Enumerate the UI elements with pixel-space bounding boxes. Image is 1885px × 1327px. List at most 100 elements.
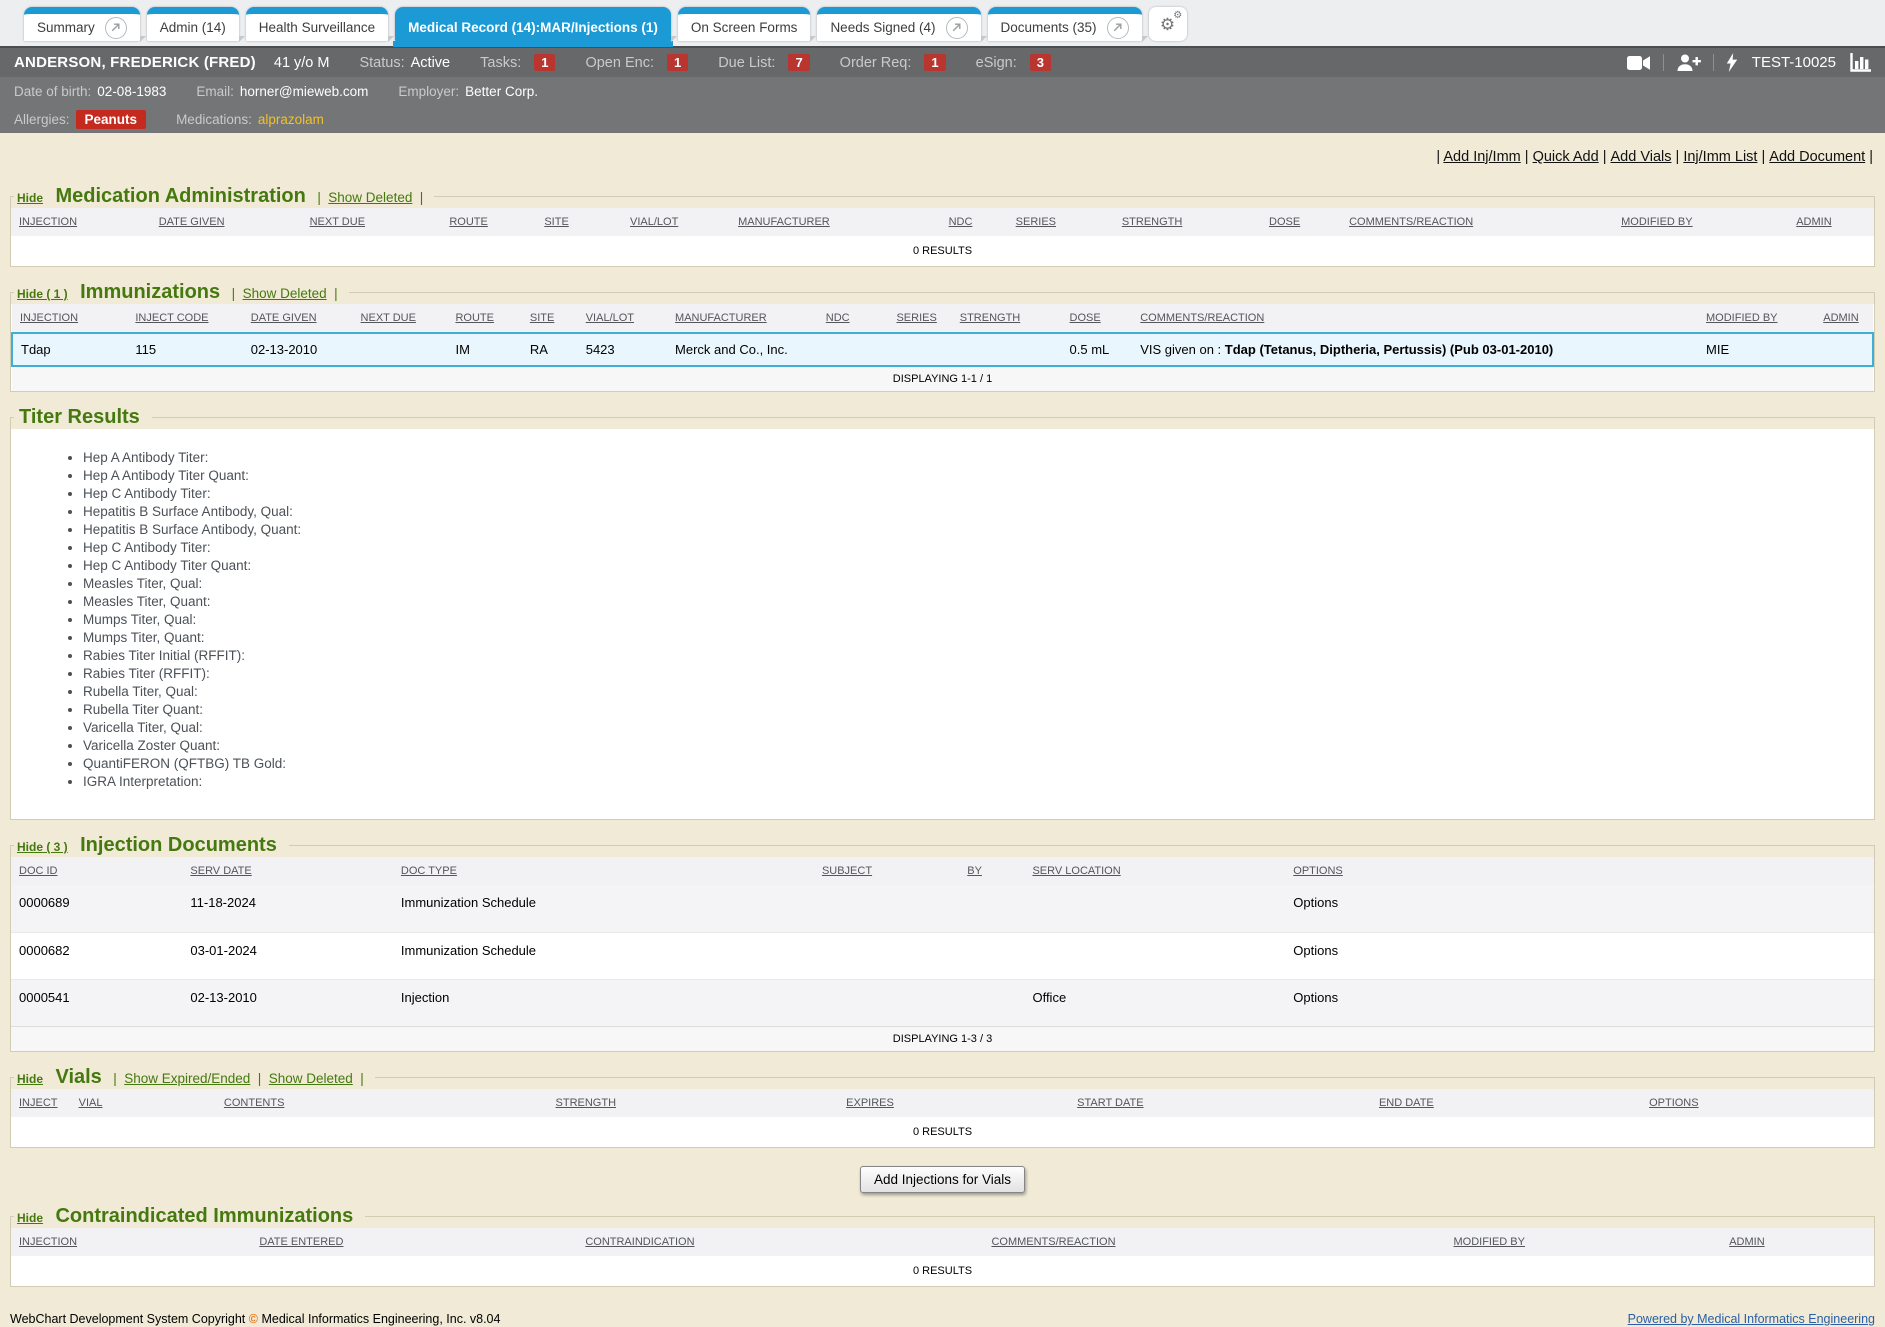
add-injections-for-vials-button[interactable]: Add Injections for Vials xyxy=(860,1166,1025,1193)
column-header[interactable]: INJECTION xyxy=(11,1228,251,1256)
add-document-link[interactable]: Add Document xyxy=(1769,149,1865,165)
add-person-icon[interactable] xyxy=(1676,54,1701,72)
column-header[interactable]: SERIES xyxy=(1008,208,1114,236)
column-header[interactable]: ROUTE xyxy=(447,304,521,333)
column-header[interactable]: ADMIN xyxy=(1721,1228,1874,1256)
column-header[interactable]: ADMIN xyxy=(1788,208,1874,236)
flowsheet-chart-icon[interactable] xyxy=(1850,53,1871,72)
hide-link[interactable]: Hide ( 3 ) xyxy=(17,840,68,854)
hide-link[interactable]: Hide xyxy=(17,1211,43,1225)
document-row[interactable]: 000068203-01-2024Immunization ScheduleOp… xyxy=(11,932,1874,979)
column-header[interactable]: SUBJECT xyxy=(814,857,959,885)
open-new-window-icon[interactable] xyxy=(105,17,127,39)
show-deleted-link[interactable]: Show Deleted xyxy=(328,190,412,205)
email-label: Email: xyxy=(196,84,234,99)
tab-admin[interactable]: Admin (14) xyxy=(147,7,239,41)
add-vials-link[interactable]: Add Vials xyxy=(1611,149,1684,165)
show-expired-link[interactable]: Show Expired/Ended xyxy=(124,1071,250,1086)
column-header[interactable]: SITE xyxy=(536,208,622,236)
column-header[interactable]: OPTIONS xyxy=(1641,1089,1874,1117)
add-inj-imm-link[interactable]: Add Inj/Imm xyxy=(1443,149,1532,165)
column-header[interactable]: ROUTE xyxy=(441,208,536,236)
stat-label: Tasks: xyxy=(480,55,521,71)
tab-summary[interactable]: Summary xyxy=(24,7,140,41)
column-header[interactable]: MANUFACTURER xyxy=(667,304,818,333)
column-header[interactable]: INJECT xyxy=(11,1089,71,1117)
column-header[interactable]: DOSE xyxy=(1062,304,1133,333)
divider xyxy=(1663,54,1664,71)
options-link[interactable]: Options xyxy=(1285,979,1874,1026)
hide-link[interactable]: Hide xyxy=(17,191,43,205)
column-header[interactable]: BY xyxy=(959,857,1024,885)
cell-series xyxy=(888,333,951,366)
document-row[interactable]: 000068911-18-2024Immunization ScheduleOp… xyxy=(11,885,1874,932)
column-header[interactable]: MODIFIED BY xyxy=(1613,208,1788,236)
tab-health-surveillance[interactable]: Health Surveillance xyxy=(246,7,388,41)
lightning-bolt-icon[interactable] xyxy=(1726,53,1738,72)
column-header[interactable]: VIAL/LOT xyxy=(622,208,730,236)
tab-medical-record[interactable]: Medical Record (14):MAR/Injections (1) xyxy=(395,7,671,41)
column-header[interactable]: CONTRAINDICATION xyxy=(577,1228,983,1256)
column-header[interactable]: SERV LOCATION xyxy=(1024,857,1285,885)
document-row[interactable]: 000054102-13-2010InjectionOfficeOptions xyxy=(11,979,1874,1026)
column-header[interactable]: STRENGTH xyxy=(952,304,1062,333)
column-header[interactable]: CONTENTS xyxy=(216,1089,548,1117)
quick-add-link[interactable]: Quick Add xyxy=(1533,149,1611,165)
stat-count-badge[interactable]: 1 xyxy=(667,54,688,71)
column-header[interactable]: DATE GIVEN xyxy=(151,208,302,236)
allergy-badge[interactable]: Peanuts xyxy=(76,110,147,129)
column-header[interactable]: DOC TYPE xyxy=(393,857,814,885)
column-header[interactable]: INJECT CODE xyxy=(127,304,242,333)
tab-documents[interactable]: Documents (35) xyxy=(988,7,1142,41)
column-header[interactable]: NDC xyxy=(818,304,889,333)
column-header[interactable]: SERIES xyxy=(888,304,951,333)
column-header[interactable]: OPTIONS xyxy=(1285,857,1874,885)
tab-on-screen-forms[interactable]: On Screen Forms xyxy=(678,7,811,41)
show-deleted-link[interactable]: Show Deleted xyxy=(243,286,327,301)
column-header[interactable]: DOC ID xyxy=(11,857,182,885)
column-header[interactable]: START DATE xyxy=(1069,1089,1371,1117)
stat-count-badge[interactable]: 3 xyxy=(1030,54,1051,71)
separator: | xyxy=(232,286,236,301)
column-header[interactable]: MODIFIED BY xyxy=(1698,304,1815,333)
tab-settings-button[interactable]: ⚙⚙ xyxy=(1149,7,1187,41)
column-header[interactable]: STRENGTH xyxy=(1114,208,1261,236)
column-header[interactable]: STRENGTH xyxy=(548,1089,839,1117)
column-header[interactable]: INJECTION xyxy=(12,304,127,333)
immunization-row-tdap[interactable]: Tdap 115 02-13-2010 IM RA 5423 Merck and… xyxy=(12,333,1873,366)
column-header[interactable]: NEXT DUE xyxy=(302,208,442,236)
open-new-window-icon[interactable] xyxy=(1107,17,1129,39)
column-header[interactable]: DATE ENTERED xyxy=(251,1228,577,1256)
column-header[interactable]: COMMENTS/REACTION xyxy=(1341,208,1613,236)
column-header[interactable]: SITE xyxy=(522,304,578,333)
column-header[interactable]: VIAL/LOT xyxy=(578,304,667,333)
hide-link[interactable]: Hide xyxy=(17,1072,43,1086)
column-header[interactable]: NDC xyxy=(941,208,1008,236)
show-deleted-link[interactable]: Show Deleted xyxy=(269,1071,353,1086)
inj-imm-list-link[interactable]: Inj/Imm List xyxy=(1683,149,1769,165)
column-header[interactable]: MODIFIED BY xyxy=(1445,1228,1721,1256)
column-header[interactable]: VIAL xyxy=(71,1089,216,1117)
video-camera-icon[interactable] xyxy=(1627,55,1651,71)
column-header[interactable]: MANUFACTURER xyxy=(730,208,941,236)
column-header[interactable]: COMMENTS/REACTION xyxy=(1132,304,1698,333)
options-link[interactable]: Options xyxy=(1285,932,1874,979)
column-header[interactable]: EXPIRES xyxy=(838,1089,1069,1117)
stat-count-badge[interactable]: 1 xyxy=(924,54,945,71)
stat-count-badge[interactable]: 1 xyxy=(534,54,555,71)
column-header[interactable]: DOSE xyxy=(1261,208,1341,236)
tab-needs-signed[interactable]: Needs Signed (4) xyxy=(817,7,980,41)
column-header[interactable]: NEXT DUE xyxy=(353,304,448,333)
column-header[interactable]: COMMENTS/REACTION xyxy=(983,1228,1445,1256)
column-header[interactable]: INJECTION xyxy=(11,208,151,236)
column-header[interactable]: END DATE xyxy=(1371,1089,1641,1117)
options-link[interactable]: Options xyxy=(1285,885,1874,932)
medication-value[interactable]: alprazolam xyxy=(258,112,324,127)
column-header[interactable]: ADMIN xyxy=(1815,304,1873,333)
stat-count-badge[interactable]: 7 xyxy=(788,54,809,71)
column-header[interactable]: DATE GIVEN xyxy=(243,304,353,333)
footer-powered-by-link[interactable]: Powered by Medical Informatics Engineeri… xyxy=(1628,1312,1875,1326)
column-header[interactable]: SERV DATE xyxy=(182,857,393,885)
open-new-window-icon[interactable] xyxy=(946,17,968,39)
hide-link[interactable]: Hide ( 1 ) xyxy=(17,287,68,301)
